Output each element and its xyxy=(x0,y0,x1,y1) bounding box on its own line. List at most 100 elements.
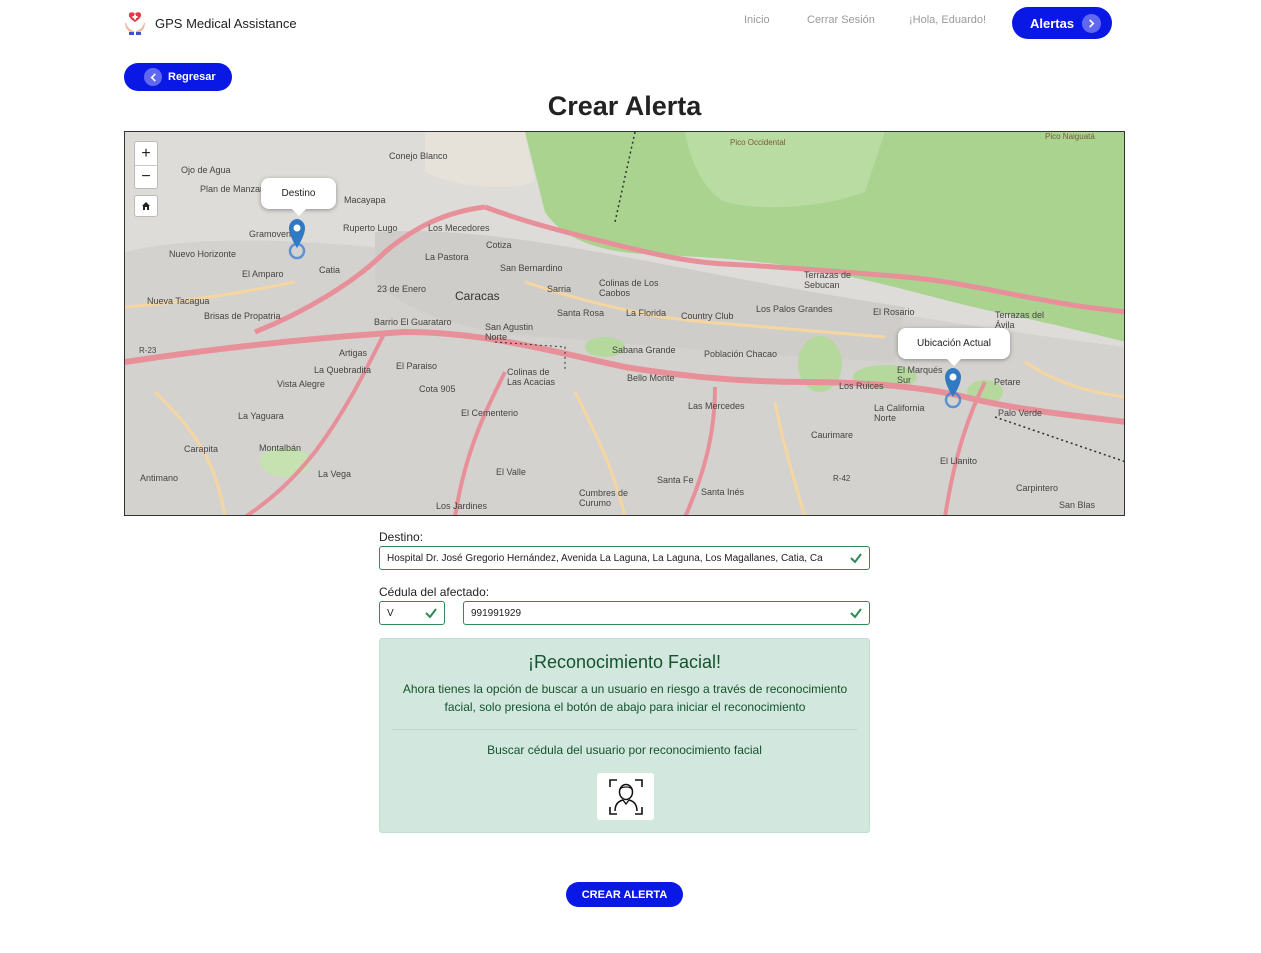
id-number-field[interactable]: 991991929 xyxy=(463,601,870,625)
map-label: Nueva Tacagua xyxy=(147,296,210,306)
map-label: Country Club xyxy=(681,311,734,321)
map-label: San Agustin Norte xyxy=(485,322,534,342)
map-label: Montalbán xyxy=(259,443,302,453)
map-label: Sarria xyxy=(547,284,572,294)
navbar: GPS Medical Assistance Inicio Cerrar Ses… xyxy=(0,0,1261,46)
map-label: 23 de Enero xyxy=(377,284,427,294)
map-label: Santa Inés xyxy=(701,487,745,497)
map-label: Colinas de Las Acacias xyxy=(507,367,556,387)
home-icon[interactable] xyxy=(134,195,158,217)
id-label: Cédula del afectado: xyxy=(379,585,490,599)
user-greeting: ¡Hola, Eduardo! xyxy=(909,14,987,26)
map-label: Bello Monte xyxy=(627,373,675,383)
map-label: Santa Rosa xyxy=(557,308,605,318)
map-label: San Blas xyxy=(1059,500,1096,510)
map-label: El Marqués Sur xyxy=(897,365,943,385)
nav-link-logout[interactable]: Cerrar Sesión xyxy=(807,14,875,26)
divider xyxy=(392,729,857,730)
map-label: El Cementerio xyxy=(461,408,519,418)
destination-value: Hospital Dr. José Gregorio Hernández, Av… xyxy=(387,552,823,564)
map-label: Vista Alegre xyxy=(277,379,325,389)
map-label: R-42 xyxy=(833,474,851,483)
facial-description: Ahora tienes la opción de buscar a un us… xyxy=(402,682,848,714)
brand-name: GPS Medical Assistance xyxy=(155,15,297,31)
map[interactable]: Caracas Catia Gramoven Macayapa Ruperto … xyxy=(124,131,1125,516)
map-label: Catia xyxy=(319,265,341,275)
medical-hands-logo-icon xyxy=(125,12,145,35)
chevron-left-icon xyxy=(144,68,162,86)
map-label: Antimano xyxy=(140,473,179,483)
map-label: La Quebradita xyxy=(314,365,372,375)
map-label: Barrio El Guarataro xyxy=(374,317,452,327)
map-label: R-23 xyxy=(139,346,157,355)
chevron-right-icon xyxy=(1082,13,1102,33)
face-scan-icon xyxy=(608,778,643,815)
page-title: Crear Alerta xyxy=(547,91,702,121)
facial-recognition-panel: ¡Reconocimiento Facial! Ahora tienes la … xyxy=(379,638,870,833)
map-label: Terrazas de Sebucan xyxy=(804,270,852,290)
map-label: Conejo Blanco xyxy=(389,151,448,161)
zoom-in-button[interactable]: + xyxy=(135,142,157,165)
zoom-out-button[interactable]: − xyxy=(135,165,157,188)
current-location-marker-icon[interactable] xyxy=(943,367,963,409)
map-label: Los Ruices xyxy=(839,381,884,391)
alerts-button-label: Alertas xyxy=(1030,15,1075,31)
map-label: La Pastora xyxy=(425,252,469,262)
map-label: La Yaguara xyxy=(238,411,284,421)
create-alert-button[interactable]: CREAR ALERTA xyxy=(566,882,683,907)
nav-link-home[interactable]: Inicio xyxy=(744,14,770,26)
map-label: Ojo de Agua xyxy=(181,165,231,175)
map-label: Macayapa xyxy=(344,195,386,205)
map-label: Colinas de Los Caobos xyxy=(599,278,659,298)
map-label: Brisas de Propatria xyxy=(204,311,281,321)
back-button-label: Regresar xyxy=(168,71,216,83)
map-label: Caracas xyxy=(455,289,500,303)
map-label: Las Mercedes xyxy=(688,401,745,411)
brand[interactable]: GPS Medical Assistance xyxy=(124,11,297,35)
map-label: El Amparo xyxy=(242,269,284,279)
map-label: Los Mecedores xyxy=(428,223,490,233)
map-label: Plan de Manzano xyxy=(200,184,271,194)
map-label: Carpintero xyxy=(1016,483,1059,493)
map-label: El Rosario xyxy=(873,307,915,317)
map-label: Artigas xyxy=(339,348,368,358)
map-label: El Llanito xyxy=(940,456,978,466)
map-label: San Bernardino xyxy=(500,263,563,273)
map-label: El Paraiso xyxy=(396,361,438,371)
check-icon xyxy=(425,608,437,619)
map-label: Nuevo Horizonte xyxy=(169,249,237,259)
destination-marker-icon[interactable] xyxy=(287,218,307,260)
map-label: La Florida xyxy=(626,308,667,318)
map-label: El Valle xyxy=(496,467,526,477)
destination-field[interactable]: Hospital Dr. José Gregorio Hernández, Av… xyxy=(379,546,870,570)
map-label: Pico Occidental xyxy=(730,138,786,147)
zoom-control: + − xyxy=(134,141,158,189)
check-icon xyxy=(850,608,862,619)
map-label: Los Palos Grandes xyxy=(756,304,833,314)
check-icon xyxy=(849,551,863,565)
map-label: Pico Naiguatá xyxy=(1045,132,1095,141)
alerts-button[interactable]: Alertas xyxy=(1012,7,1112,39)
map-label: La Vega xyxy=(318,469,352,479)
map-label: Cota 905 xyxy=(419,384,456,394)
map-label: Carapita xyxy=(184,444,219,454)
map-label: Cumbres de Curumo xyxy=(579,488,629,508)
map-label: Santa Fe xyxy=(657,475,694,485)
map-label: Terrazas del Ávila xyxy=(995,310,1045,330)
destination-label: Destino: xyxy=(379,530,424,544)
map-label: Ruperto Lugo xyxy=(343,223,398,233)
map-label: Caurimare xyxy=(811,430,854,440)
id-number-value: 991991929 xyxy=(471,607,522,619)
back-button[interactable]: Regresar xyxy=(124,63,232,91)
facial-title: ¡Reconocimiento Facial! xyxy=(527,652,722,672)
map-label: Sabana Grande xyxy=(612,345,676,355)
map-label: Los Jardines xyxy=(436,501,488,511)
destination-popup: Destino xyxy=(261,178,336,216)
id-type-value: V xyxy=(387,607,394,619)
face-scan-button[interactable] xyxy=(597,773,654,820)
map-label: La California Norte xyxy=(874,403,925,423)
map-label: Petare xyxy=(994,377,1021,387)
map-label: Población Chacao xyxy=(704,349,778,359)
map-label: Gramoven xyxy=(249,229,292,239)
id-type-select[interactable]: V xyxy=(379,601,445,625)
